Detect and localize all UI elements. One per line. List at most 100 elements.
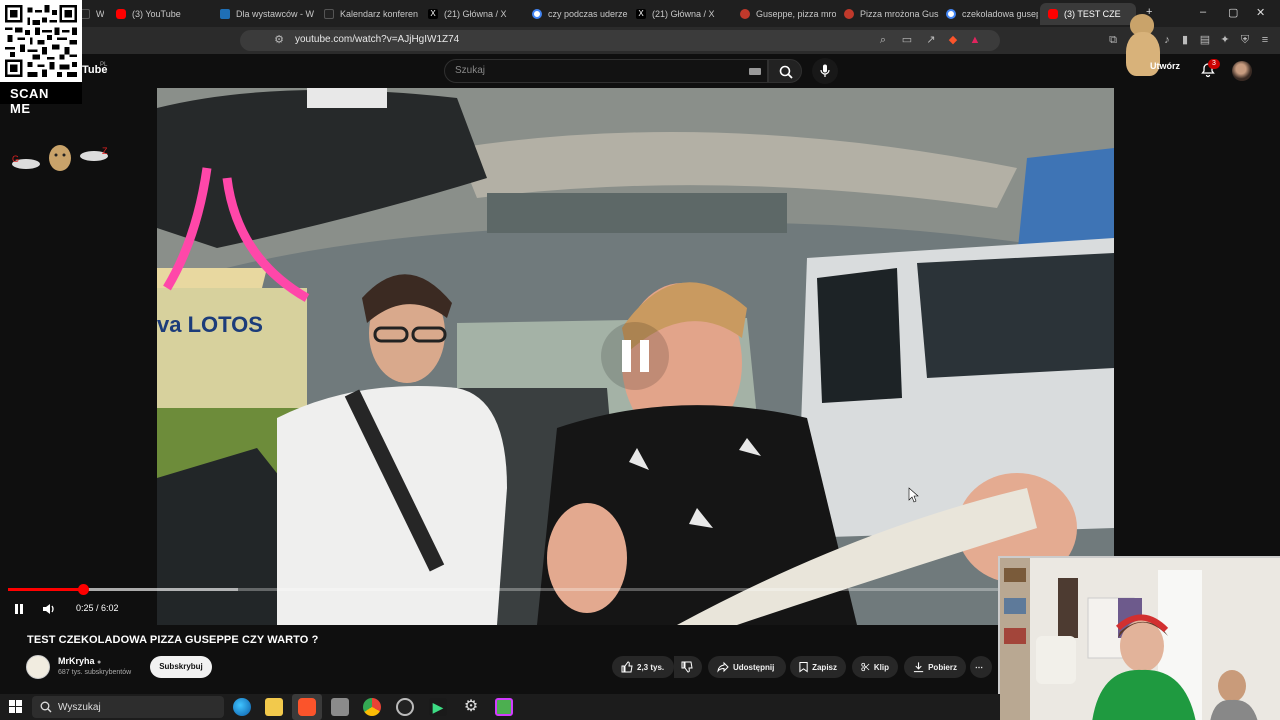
extensions-icon[interactable]: ⧉ (1106, 33, 1120, 47)
gas-station-sign: va LOTOS (157, 312, 263, 337)
cast-icon[interactable]: ▭ (900, 33, 914, 47)
browser-tab[interactable]: (3) YouTube (108, 3, 212, 25)
brave-rewards-icon[interactable]: ▲ (968, 33, 982, 47)
time-display: 0:25 / 6:02 (76, 603, 119, 613)
brave-shield-icon[interactable]: ◆ (946, 33, 960, 47)
dislike-button[interactable] (674, 656, 702, 678)
tab-label: (21) Główna / X (652, 9, 715, 19)
scan-me-label: SCAN ME (0, 82, 82, 116)
like-count: 2,3 tys. (637, 662, 665, 672)
tab-label: Pizza mrożona Gus (860, 9, 939, 19)
obs-icon[interactable] (396, 698, 414, 716)
youtube-icon (1048, 9, 1058, 19)
channel-name[interactable]: MrKryha ● (58, 656, 101, 666)
brave-browser-icon[interactable] (298, 698, 316, 716)
download-button[interactable]: Pobierz (904, 656, 966, 678)
qr-code-image (0, 0, 82, 82)
file-explorer-icon[interactable] (265, 698, 283, 716)
create-button[interactable]: Utwórz (1150, 61, 1180, 71)
browser-tab[interactable]: Pizza mrożona Gus (836, 3, 940, 25)
like-button[interactable]: 2,3 tys. (612, 656, 674, 678)
address-bar-row: ⚙ youtube.com/watch?v=AJjHgIW1Z74 ⌕ ▭ ↗ … (0, 27, 1280, 54)
play-app-icon[interactable]: ▶ (429, 698, 447, 716)
sidebar-icon[interactable]: ▮ (1178, 33, 1192, 47)
video-progress-bar[interactable] (8, 584, 1102, 595)
browser-tab[interactable]: czy podczas uderze (524, 3, 628, 25)
maximize-icon[interactable]: ▢ (1228, 6, 1238, 19)
svg-text:Z: Z (102, 146, 108, 156)
share-icon (717, 661, 729, 673)
share-label: Udostępnij (733, 662, 775, 672)
save-button[interactable]: Zapisz (790, 656, 846, 678)
browser-tab[interactable]: Guseppe, pizza mro (732, 3, 836, 25)
progress-played (8, 588, 84, 591)
url-field[interactable]: ⚙ youtube.com/watch?v=AJjHgIW1Z74 ⌕ ▭ ↗ … (240, 30, 1000, 51)
x-icon: X (428, 9, 438, 19)
svg-text:G: G (12, 154, 19, 164)
scissors-icon (861, 662, 870, 672)
search-button[interactable] (768, 59, 802, 83)
video-player[interactable]: va LOTOS (157, 88, 1114, 625)
microphone-icon (820, 64, 830, 77)
chrome-icon[interactable] (363, 698, 381, 716)
video-title: TEST CZEKOLADOWA PIZZA GUSEPPE CZY WARTO… (27, 634, 319, 646)
close-window-icon[interactable]: ✕ (1256, 6, 1265, 19)
search-input[interactable]: Szukaj (444, 59, 768, 83)
settings-gear-icon[interactable]: ⚙ (462, 698, 480, 716)
browser-tab[interactable]: czekoladowa gusep (938, 3, 1038, 25)
volume-icon[interactable] (42, 602, 56, 616)
youtube-region: PL (100, 62, 108, 68)
share-page-icon[interactable]: ↗ (924, 33, 938, 47)
notification-count-badge: 3 (1208, 59, 1220, 69)
minimize-icon[interactable]: – (1200, 6, 1206, 18)
progress-scrubber-handle[interactable] (78, 584, 90, 595)
vpn-icon[interactable]: ⛨ (1238, 33, 1252, 47)
wallet-icon[interactable]: ▤ (1198, 33, 1212, 47)
search-icon (40, 701, 52, 713)
pizza-icon (844, 9, 854, 19)
app-icon[interactable] (331, 698, 349, 716)
windows-taskbar: Wyszukaj ▶ ⚙ (0, 694, 1000, 720)
clip-label: Klip (873, 662, 889, 672)
tab-label: Kalendarz konferen (340, 9, 419, 19)
browser-tab[interactable]: Dla wystawców - W (212, 3, 316, 25)
subscribe-button[interactable]: Subskrybuj (150, 656, 212, 678)
app-icon[interactable] (495, 698, 513, 716)
clip-button[interactable]: Klip (852, 656, 898, 678)
google-icon (532, 9, 542, 19)
user-avatar[interactable] (1232, 61, 1252, 81)
browser-tab-active[interactable]: (3) TEST CZE (1040, 3, 1136, 25)
youtube-header: Tube PL Szukaj Utwórz 3 (0, 14, 1280, 88)
menu-icon[interactable]: ≡ (1258, 33, 1272, 47)
site-icon (220, 9, 230, 19)
download-label: Pobierz (928, 662, 957, 672)
voice-search-button[interactable] (812, 58, 838, 84)
keyboard-icon[interactable] (749, 68, 761, 75)
tab-label: czekoladowa gusep (962, 9, 1038, 19)
cat-emote-sticker: G Z (10, 142, 110, 174)
browser-tab[interactable]: X (21) Główna / X (420, 3, 524, 25)
player-pause-icon[interactable] (12, 602, 26, 616)
more-horizontal-icon: ⋯ (975, 662, 983, 672)
streamer-webcam (998, 556, 1280, 720)
edge-icon[interactable] (233, 698, 251, 716)
video-frame-car-interior: va LOTOS (157, 88, 1114, 625)
leo-ai-icon[interactable]: ✦ (1218, 33, 1232, 47)
tab-label: (21) Główna / X (444, 9, 507, 19)
browser-tab-strip: WO (3) YouTube Dla wystawców - W Kalenda… (0, 0, 1280, 27)
channel-name-text: MrKryha (58, 656, 95, 666)
tab-label: Guseppe, pizza mro (756, 9, 836, 19)
more-actions-button[interactable]: ⋯ (970, 656, 992, 678)
tab-label: Dla wystawców - W (236, 9, 315, 19)
browser-tab[interactable]: Kalendarz konferen (316, 3, 420, 25)
tab-label: WO (96, 9, 104, 19)
share-button[interactable]: Udostępnij (708, 656, 786, 678)
taskbar-search-input[interactable]: Wyszukaj (32, 696, 224, 718)
browser-tab[interactable]: X (21) Główna / X (628, 3, 732, 25)
windows-start-icon[interactable] (9, 700, 22, 713)
thumbs-down-icon (681, 661, 693, 673)
tab-label: czy podczas uderze (548, 9, 628, 19)
zoom-icon[interactable]: ⌕ (876, 33, 890, 47)
channel-avatar[interactable] (26, 655, 50, 679)
site-settings-icon[interactable]: ⚙ (272, 33, 286, 47)
